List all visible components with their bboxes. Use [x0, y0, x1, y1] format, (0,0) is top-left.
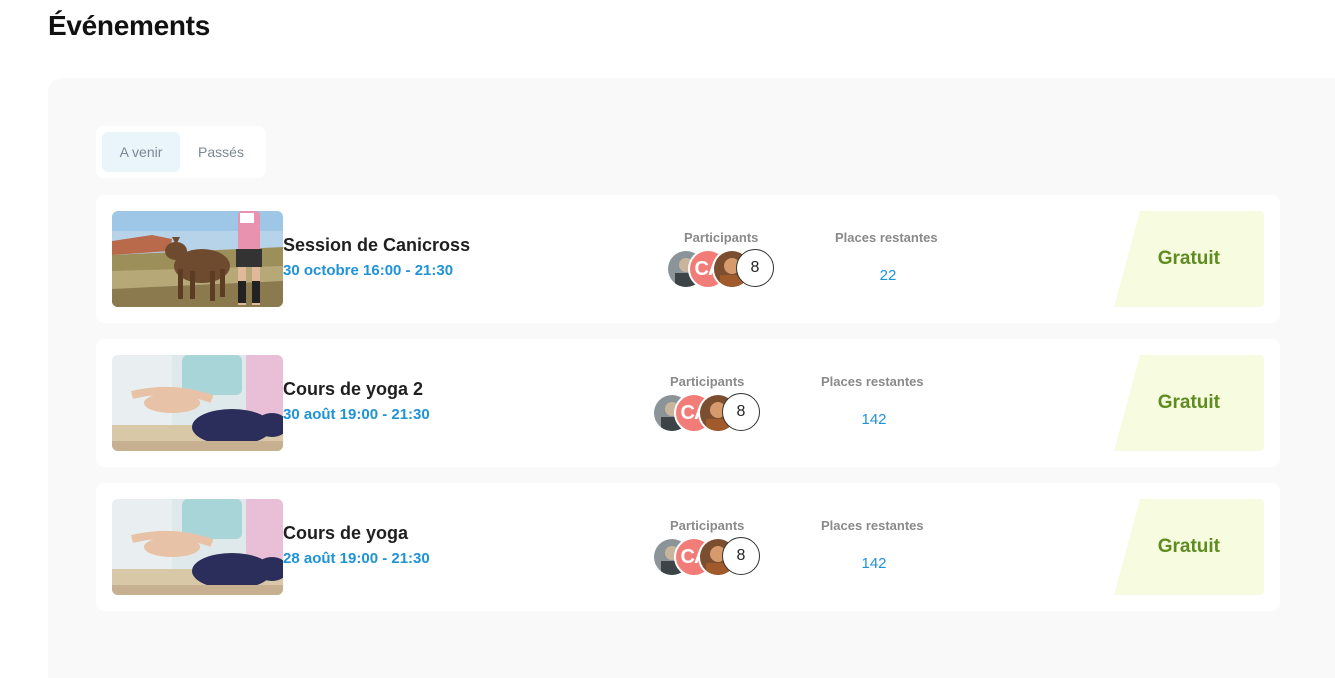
event-title: Session de Canicross	[283, 235, 471, 255]
event-card-canicross[interactable]: Session de Canicross 30 octobre 16:00 - …	[96, 195, 1280, 323]
participants-label: Participants	[670, 518, 745, 533]
places-label: Places restantes	[821, 518, 924, 533]
places-value: 22	[879, 267, 897, 284]
event-date: 30 octobre 16:00 - 21:30	[283, 262, 454, 279]
event-image-yoga	[112, 499, 283, 595]
event-card-yoga-2[interactable]: Cours de yoga 2 30 août 19:00 - 21:30 Pa…	[96, 339, 1280, 467]
participants-more-count: 8	[722, 537, 760, 575]
price-label: Gratuit	[1157, 392, 1220, 413]
participants-more-count: 8	[722, 393, 760, 431]
event-date: 30 août 19:00 - 21:30	[283, 406, 430, 423]
event-date: 28 août 19:00 - 21:30	[283, 550, 430, 567]
tab-past[interactable]: Passés	[182, 132, 260, 172]
price-badge: Gratuit	[1114, 499, 1264, 595]
event-title: Cours de yoga 2	[283, 379, 424, 399]
price-label: Gratuit	[1157, 248, 1220, 269]
event-image-canicross	[112, 211, 283, 307]
event-tabs: A venir Passés	[96, 126, 266, 178]
participants-label: Participants	[684, 230, 759, 245]
events-panel: A venir Passés Session de Canicross 30 o…	[48, 78, 1335, 678]
event-card-yoga[interactable]: Cours de yoga 28 août 19:00 - 21:30 Part…	[96, 483, 1280, 611]
participants-label: Participants	[670, 374, 745, 389]
places-label: Places restantes	[835, 230, 938, 245]
places-value: 142	[861, 555, 887, 572]
places-label: Places restantes	[821, 374, 924, 389]
price-label: Gratuit	[1157, 536, 1220, 557]
tab-upcoming[interactable]: A venir	[102, 132, 180, 172]
event-title: Cours de yoga	[283, 523, 409, 543]
participants-more-count: 8	[736, 249, 774, 287]
page-title: Événements	[48, 10, 210, 41]
price-badge: Gratuit	[1114, 211, 1264, 307]
price-badge: Gratuit	[1114, 355, 1264, 451]
event-image-yoga	[112, 355, 283, 451]
places-value: 142	[861, 411, 887, 428]
